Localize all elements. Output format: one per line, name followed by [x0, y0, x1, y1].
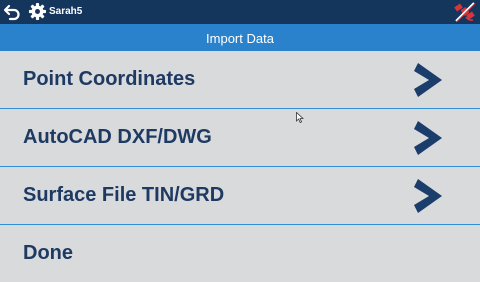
menu-item-label: AutoCAD DXF/DWG — [23, 126, 212, 148]
title-bar: Import Data — [0, 24, 480, 51]
chevron-right-icon — [414, 63, 442, 97]
satellite-disconnected-icon[interactable] — [453, 1, 477, 23]
gear-icon[interactable] — [28, 2, 47, 21]
menu-item-surface-file[interactable]: Surface File TIN/GRD — [0, 167, 480, 224]
menu-item-done[interactable]: Done — [0, 225, 480, 270]
mouse-cursor-icon — [296, 112, 304, 123]
menu-item-autocad-dxf-dwg[interactable]: AutoCAD DXF/DWG — [0, 109, 480, 166]
page-title: Import Data — [206, 31, 274, 46]
menu-item-label: Done — [23, 242, 73, 264]
top-bar: Sarah5 — [0, 0, 480, 24]
menu-item-label: Surface File TIN/GRD — [23, 184, 225, 206]
chevron-right-icon — [414, 121, 442, 155]
project-name[interactable]: Sarah5 — [49, 5, 82, 18]
menu-item-point-coordinates[interactable]: Point Coordinates — [0, 51, 480, 108]
menu-item-label: Point Coordinates — [23, 68, 196, 90]
chevron-right-icon — [414, 179, 442, 213]
back-arrow-icon[interactable] — [3, 3, 21, 21]
